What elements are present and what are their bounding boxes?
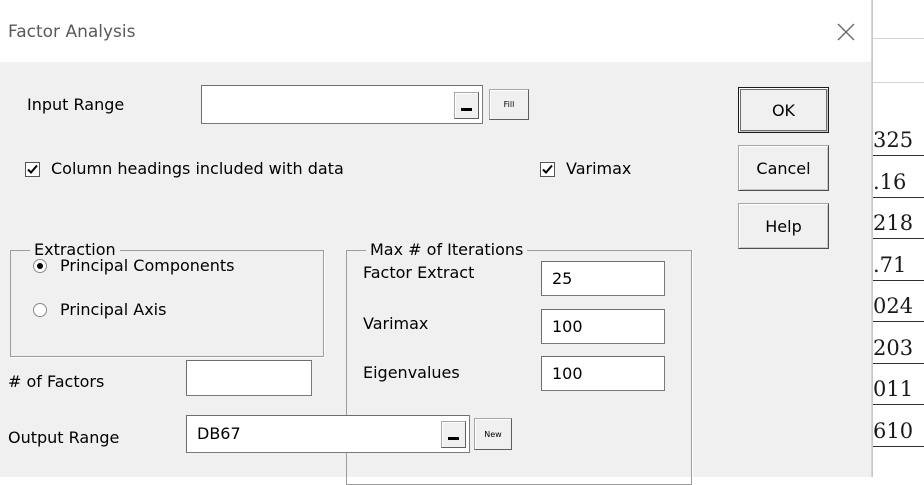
varimax-checkbox[interactable] xyxy=(540,162,555,177)
principal-components-radio[interactable] xyxy=(33,259,47,273)
principal-components-label: Principal Components xyxy=(60,256,235,275)
sheet-cell: 218 xyxy=(873,208,924,239)
sheet-cell: .16 xyxy=(873,167,924,198)
sheet-cell: 203 xyxy=(873,333,924,364)
output-range-collapse-button[interactable] xyxy=(441,421,466,448)
check-icon xyxy=(27,164,38,174)
varimax-iterations-field[interactable]: 100 xyxy=(541,309,665,344)
factor-extract-label: Factor Extract xyxy=(363,263,475,282)
iterations-group-title: Max # of Iterations xyxy=(366,240,528,259)
collapse-dash-icon xyxy=(448,437,459,440)
factor-extract-field[interactable]: 25 xyxy=(541,261,665,296)
ok-button-label: OK xyxy=(771,100,796,120)
fill-button-label: Fill xyxy=(503,100,515,109)
output-range-label: Output Range xyxy=(8,428,120,447)
cancel-button-label: Cancel xyxy=(756,158,811,178)
check-icon xyxy=(542,164,553,174)
new-button-label: New xyxy=(484,429,502,439)
sheet-gridline xyxy=(873,38,924,39)
close-button[interactable] xyxy=(826,14,866,50)
cancel-button[interactable]: Cancel xyxy=(738,145,829,191)
collapse-dash-icon xyxy=(461,108,472,111)
column-headings-label: Column headings included with data xyxy=(51,159,344,178)
factor-analysis-dialog: Factor Analysis Input Range Fill Column … xyxy=(0,0,872,485)
eigenvalues-field[interactable]: 100 xyxy=(541,356,665,391)
principal-axis-radio[interactable] xyxy=(33,303,47,317)
sheet-cell: 024 xyxy=(873,291,924,322)
input-range-label: Input Range xyxy=(27,95,125,114)
new-button[interactable]: New xyxy=(474,418,512,450)
radio-selected-dot xyxy=(37,263,43,269)
sheet-cell: 011 xyxy=(873,374,924,405)
background-spreadsheet: 325 .16 218 .71 024 203 011 610 xyxy=(872,0,924,477)
title-bar: Factor Analysis xyxy=(0,0,871,62)
column-headings-checkbox[interactable] xyxy=(25,162,40,177)
sheet-cell: 610 xyxy=(873,416,924,447)
sheet-cell: .71 xyxy=(873,250,924,281)
num-factors-label: # of Factors xyxy=(8,372,105,391)
output-range-field[interactable]: DB67 xyxy=(186,415,470,453)
principal-axis-label: Principal Axis xyxy=(60,300,167,319)
sheet-gridline xyxy=(873,82,924,83)
varimax-option-label: Varimax xyxy=(566,159,632,178)
fill-button[interactable]: Fill xyxy=(489,89,529,120)
sheet-cell: 325 xyxy=(873,125,924,156)
num-factors-field[interactable] xyxy=(186,360,312,396)
help-button-label: Help xyxy=(765,216,802,236)
help-button[interactable]: Help xyxy=(738,203,829,249)
close-icon xyxy=(837,23,855,41)
varimax-iterations-label: Varimax xyxy=(363,314,429,333)
ok-button[interactable]: OK xyxy=(738,87,829,133)
input-range-field[interactable] xyxy=(201,85,483,124)
input-range-collapse-button[interactable] xyxy=(454,92,479,119)
dialog-title: Factor Analysis xyxy=(8,22,136,42)
eigenvalues-label: Eigenvalues xyxy=(363,363,460,382)
